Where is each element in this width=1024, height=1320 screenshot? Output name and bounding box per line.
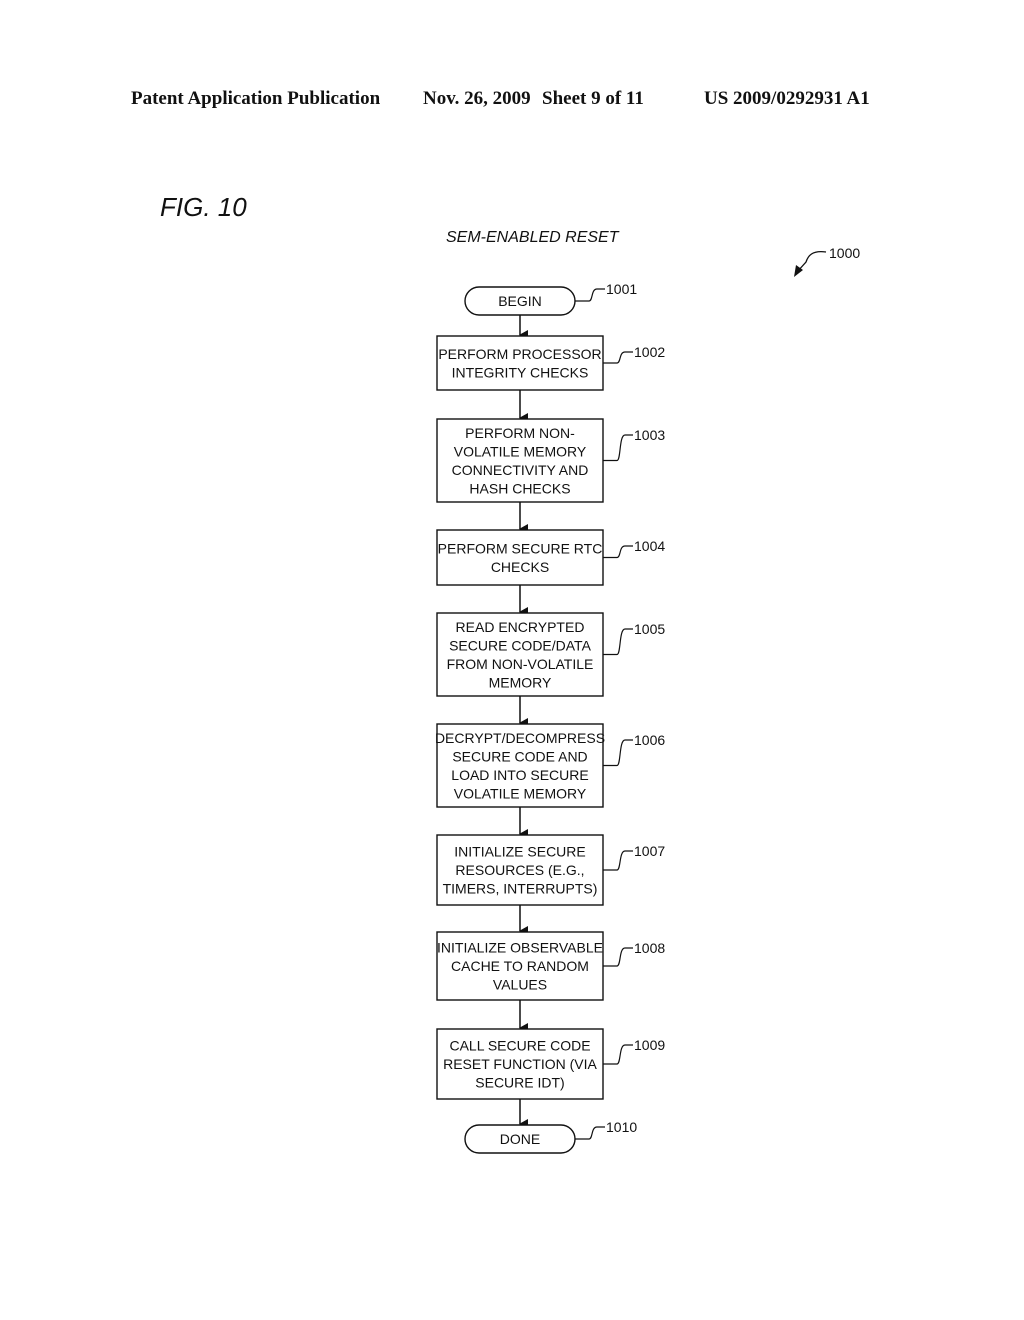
reference-number: 1007 bbox=[634, 843, 665, 859]
reference-leader-line bbox=[603, 1044, 633, 1065]
reference-number: 1001 bbox=[606, 281, 637, 297]
flow-step-1008: INITIALIZE OBSERVABLE CACHE TO RANDOM VALU… bbox=[436, 931, 665, 1001]
flow-step-1010: DONE 1010 bbox=[464, 1119, 637, 1154]
step-text-line: SECURE CODE AND bbox=[452, 748, 587, 764]
step-text-line: INITIALIZE SECURE bbox=[454, 844, 585, 860]
reference-leader-line bbox=[603, 628, 633, 656]
reference-leader-line bbox=[575, 288, 605, 302]
step-text-line: VALUES bbox=[493, 977, 547, 993]
step-text-line: DONE bbox=[500, 1131, 540, 1147]
step-text-line: RESET FUNCTION (VIA bbox=[443, 1056, 597, 1072]
step-text-line: PERFORM PROCESSOR bbox=[438, 346, 601, 362]
step-text-line: VOLATILE MEMORY bbox=[454, 443, 587, 459]
step-text-line: VOLATILE MEMORY bbox=[454, 785, 587, 801]
step-text-line: FROM NON-VOLATILE bbox=[447, 656, 594, 672]
figure-reference: 1000 bbox=[794, 245, 860, 277]
reference-leader-line bbox=[603, 545, 633, 559]
step-text-line: DECRYPT/DECOMPRESS bbox=[435, 730, 605, 746]
flow-step-1001: BEGIN 1001 bbox=[464, 281, 637, 316]
reference-leader-line bbox=[603, 739, 633, 767]
step-text-line: MEMORY bbox=[489, 674, 552, 690]
process-box bbox=[436, 529, 604, 586]
step-text-line: RESOURCES (E.G., bbox=[455, 862, 584, 878]
figure-reference-number: 1000 bbox=[829, 245, 860, 261]
reference-number: 1010 bbox=[606, 1119, 637, 1135]
reference-leader-line bbox=[603, 434, 633, 462]
step-text-line: CONNECTIVITY AND bbox=[452, 462, 589, 478]
step-text-line: READ ENCRYPTED bbox=[456, 619, 585, 635]
step-text-line: CACHE TO RANDOM bbox=[451, 958, 589, 974]
reference-number: 1008 bbox=[634, 940, 665, 956]
flow-step-1003: PERFORM NON- VOLATILE MEMORY CONNECTIVITY … bbox=[436, 418, 665, 503]
flow-step-1005: READ ENCRYPTED SECURE CODE/DATA FROM NON-V… bbox=[436, 612, 665, 697]
reference-leader-line bbox=[603, 351, 633, 364]
step-text-line: TIMERS, INTERRUPTS) bbox=[443, 881, 598, 897]
flow-step-1006: DECRYPT/DECOMPRESS SECURE CODE AND LOAD IN… bbox=[435, 723, 665, 808]
step-text-line: PERFORM SECURE RTC bbox=[438, 540, 603, 556]
step-text-line: HASH CHECKS bbox=[469, 480, 570, 496]
reference-number: 1005 bbox=[634, 621, 665, 637]
step-text-line: INITIALIZE OBSERVABLE bbox=[437, 940, 603, 956]
reference-number: 1003 bbox=[634, 427, 665, 443]
reference-number: 1006 bbox=[634, 732, 665, 748]
flow-step-1002: PERFORM PROCESSOR INTEGRITY CHECKS 1002 bbox=[436, 335, 665, 391]
step-text-line: PERFORM NON- bbox=[465, 425, 575, 441]
step-text-line: SECURE IDT) bbox=[475, 1075, 564, 1091]
process-box bbox=[436, 335, 604, 391]
step-text-line: CALL SECURE CODE bbox=[449, 1038, 590, 1054]
reference-number: 1009 bbox=[634, 1037, 665, 1053]
step-text-line: CHECKS bbox=[491, 559, 549, 575]
reference-number: 1002 bbox=[634, 344, 665, 360]
flow-step-1004: PERFORM SECURE RTC CHECKS 1004 bbox=[436, 529, 665, 586]
reference-leader-line bbox=[603, 850, 633, 871]
flowchart: 1000 BEGIN 1001 PERFORM PROCESSOR INTEGRITY… bbox=[435, 245, 860, 1154]
reference-leader-line bbox=[575, 1126, 605, 1140]
reference-leader-line bbox=[603, 947, 633, 967]
flow-step-1007: INITIALIZE SECURE RESOURCES (E.G., TIMERS,… bbox=[436, 834, 665, 906]
step-text-line: LOAD INTO SECURE bbox=[451, 767, 588, 783]
step-text-line: INTEGRITY CHECKS bbox=[452, 364, 589, 380]
reference-number: 1004 bbox=[634, 538, 665, 554]
step-text-line: SECURE CODE/DATA bbox=[449, 637, 591, 653]
flow-step-1009: CALL SECURE CODE RESET FUNCTION (VIA SECUR… bbox=[436, 1028, 665, 1100]
step-text-line: BEGIN bbox=[498, 293, 542, 309]
